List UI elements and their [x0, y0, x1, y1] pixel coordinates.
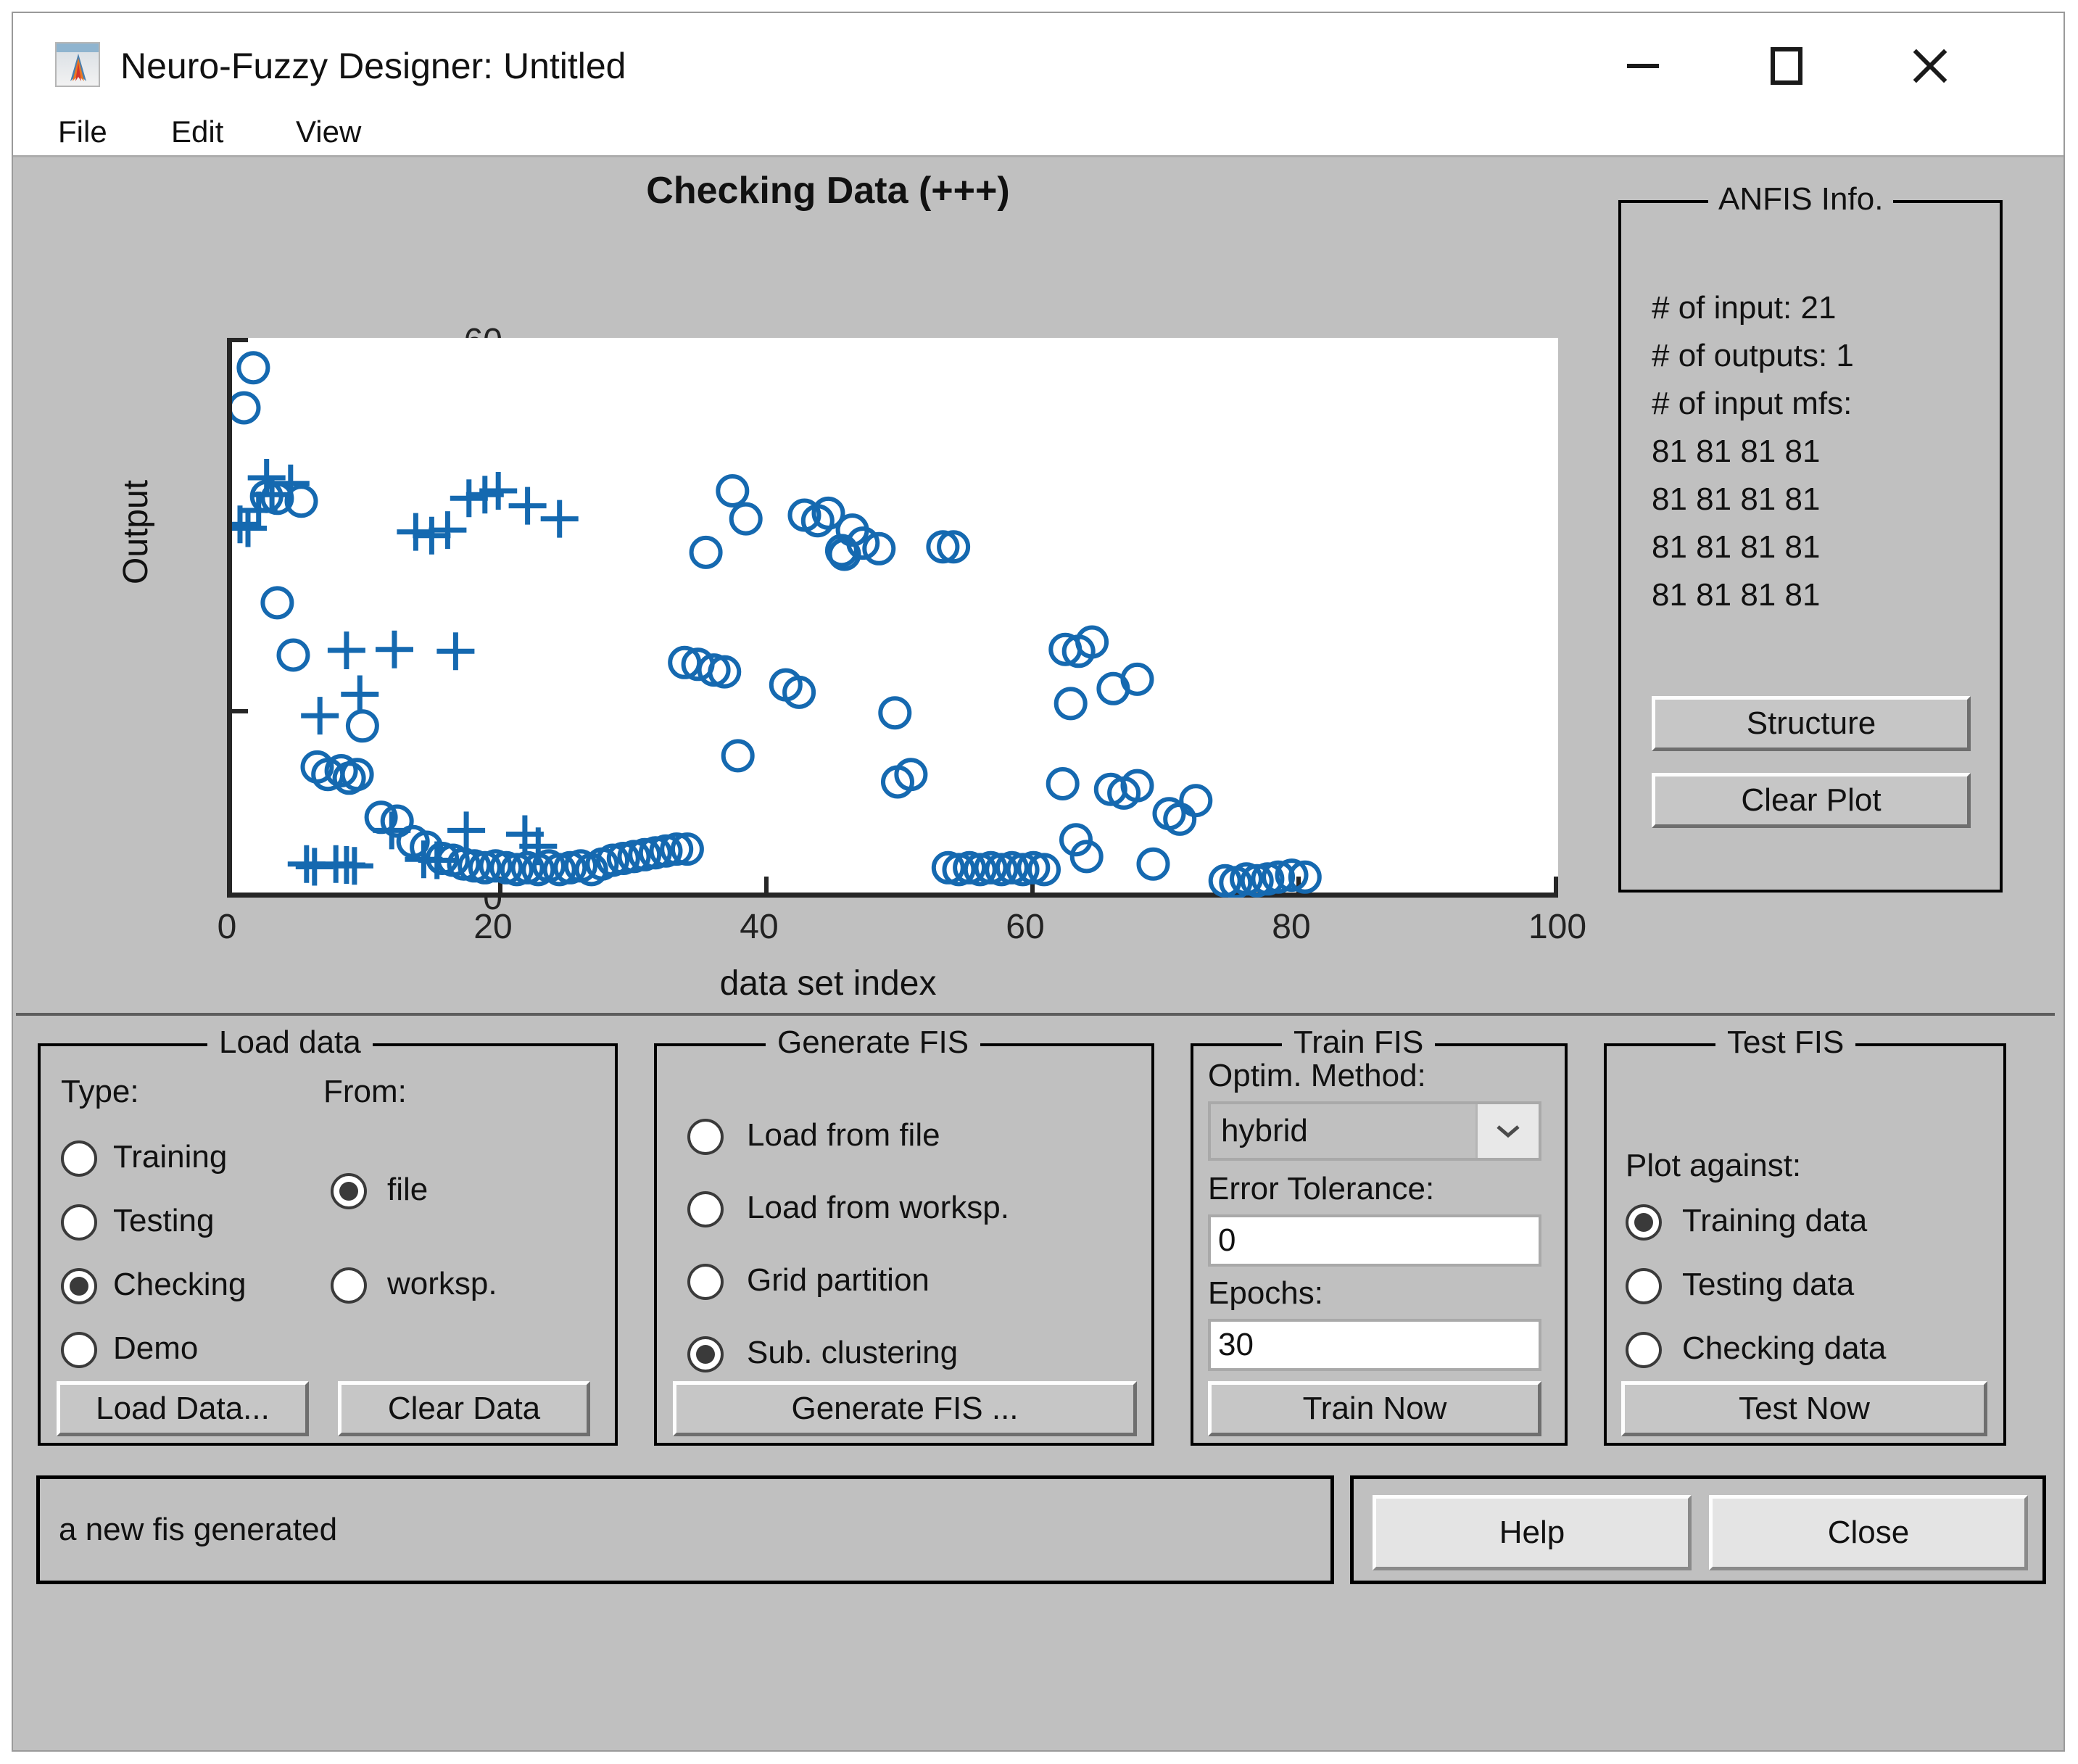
clear-data-button[interactable]: Clear Data — [338, 1381, 590, 1436]
radio-from-worksp-label: worksp. — [387, 1266, 497, 1301]
radio-grid-partition-label: Grid partition — [747, 1262, 930, 1298]
anfis-info-panel: ANFIS Info. # of input: 21 # of outputs:… — [1618, 181, 2003, 893]
plot-against-label: Plot against: — [1626, 1148, 1802, 1183]
radio-load-from-file[interactable] — [687, 1119, 724, 1155]
anfis-info-title: ANFIS Info. — [1708, 181, 1894, 218]
plot-region: Checking Data (+++) 60 40 20 0 Output — [16, 160, 2055, 1016]
radio-grid-partition[interactable] — [687, 1264, 724, 1300]
radio-plot-checking-data-label: Checking data — [1682, 1330, 1887, 1366]
menu-view[interactable]: View — [296, 115, 361, 149]
test-fis-title: Test FIS — [1715, 1024, 1856, 1061]
status-bar: a new fis generated — [36, 1475, 1334, 1584]
epochs-input[interactable]: 30 — [1208, 1319, 1541, 1371]
anfis-line-3: 81 81 81 81 — [1652, 434, 1821, 469]
error-tolerance-input[interactable]: 0 — [1208, 1214, 1541, 1267]
train-fis-panel: Train FIS Optim. Method: hybrid Error To… — [1191, 1024, 1568, 1446]
main-body: Checking Data (+++) 60 40 20 0 Output — [13, 157, 2063, 1750]
generate-fis-panel: Generate FIS Load from file Load from wo… — [654, 1024, 1154, 1446]
radio-load-from-file-label: Load from file — [747, 1117, 940, 1153]
radio-plot-testing-data[interactable] — [1626, 1268, 1662, 1304]
status-message: a new fis generated — [59, 1512, 338, 1547]
x-tick-20: 20 — [473, 908, 513, 946]
test-now-button[interactable]: Test Now — [1621, 1381, 1987, 1436]
radio-type-checking[interactable] — [61, 1268, 97, 1304]
x-tick-0: 0 — [217, 908, 237, 946]
neuro-fuzzy-designer-window: Neuro-Fuzzy Designer: Untitled File Edit… — [12, 12, 2065, 1752]
maximize-button[interactable] — [1752, 35, 1821, 97]
menu-edit[interactable]: Edit — [171, 115, 223, 149]
minimize-icon — [1627, 64, 1659, 68]
load-data-panel: Load data Type: From: Training Testing C… — [38, 1024, 618, 1446]
test-fis-panel: Test FIS Plot against: Training data Tes… — [1604, 1024, 2006, 1446]
optim-method-value: hybrid — [1221, 1113, 1308, 1148]
structure-button[interactable]: Structure — [1652, 696, 1971, 751]
type-label: Type: — [61, 1074, 139, 1109]
y-axis-label: Output — [117, 479, 155, 584]
anfis-line-1: # of outputs: 1 — [1652, 338, 1854, 373]
epochs-label: Epochs: — [1208, 1275, 1323, 1311]
radio-load-from-worksp-label: Load from worksp. — [747, 1190, 1009, 1225]
anfis-line-0: # of input: 21 — [1652, 290, 1837, 326]
scatter-plot-axes[interactable]: Output — [117, 338, 1558, 898]
radio-plot-checking-data[interactable] — [1626, 1332, 1662, 1368]
control-panels-row: Load data Type: From: Training Testing C… — [16, 1022, 2055, 1464]
x-tick-100: 100 — [1528, 908, 1587, 946]
title-bar: Neuro-Fuzzy Designer: Untitled — [13, 13, 2063, 109]
anfis-line-6: 81 81 81 81 — [1652, 577, 1821, 613]
load-data-button[interactable]: Load Data... — [57, 1381, 309, 1436]
train-now-button[interactable]: Train Now — [1208, 1381, 1541, 1436]
radio-type-testing-label: Testing — [113, 1203, 215, 1238]
radio-from-file[interactable] — [331, 1173, 367, 1209]
footer-buttons-box: Help Close — [1350, 1475, 2046, 1584]
matlab-icon — [55, 42, 100, 87]
plot-title: Checking Data (+++) — [646, 170, 1010, 212]
x-axis-label: data set index — [719, 964, 937, 1003]
load-data-title: Load data — [207, 1024, 373, 1061]
anfis-line-5: 81 81 81 81 — [1652, 529, 1821, 565]
chevron-down-icon — [1475, 1104, 1539, 1158]
x-tick-40: 40 — [740, 908, 779, 946]
radio-type-checking-label: Checking — [113, 1267, 247, 1302]
from-label: From: — [323, 1074, 407, 1109]
generate-fis-button[interactable]: Generate FIS ... — [673, 1381, 1137, 1436]
menu-file[interactable]: File — [58, 115, 107, 149]
window-title: Neuro-Fuzzy Designer: Untitled — [120, 46, 626, 86]
anfis-line-2: # of input mfs: — [1652, 386, 1853, 421]
radio-from-worksp[interactable] — [331, 1267, 367, 1304]
close-icon — [1911, 47, 1949, 85]
generate-fis-title: Generate FIS — [766, 1024, 981, 1061]
x-tick-80: 80 — [1272, 908, 1311, 946]
close-button[interactable]: Close — [1709, 1495, 2028, 1570]
radio-plot-training-data[interactable] — [1626, 1204, 1662, 1241]
minimize-button[interactable] — [1608, 35, 1678, 97]
radio-type-training-label: Training — [113, 1139, 228, 1175]
radio-sub-clustering[interactable] — [687, 1336, 724, 1372]
train-fis-title: Train FIS — [1282, 1024, 1436, 1061]
radio-from-file-label: file — [387, 1172, 429, 1207]
optim-method-label: Optim. Method: — [1208, 1058, 1426, 1093]
radio-type-demo-label: Demo — [113, 1330, 199, 1366]
radio-sub-clustering-label: Sub. clustering — [747, 1335, 959, 1370]
radio-plot-testing-data-label: Testing data — [1682, 1267, 1855, 1302]
maximize-icon — [1771, 47, 1802, 85]
menu-bar: File Edit View — [13, 109, 2063, 157]
radio-type-demo[interactable] — [61, 1332, 97, 1368]
radio-type-training[interactable] — [61, 1140, 97, 1177]
scatter-markers — [232, 351, 1322, 898]
status-row: a new fis generated Help Close — [16, 1475, 2055, 1591]
clear-plot-button[interactable]: Clear Plot — [1652, 773, 1971, 828]
error-tolerance-label: Error Tolerance: — [1208, 1171, 1435, 1206]
anfis-line-4: 81 81 81 81 — [1652, 481, 1821, 517]
optim-method-select[interactable]: hybrid — [1208, 1101, 1541, 1161]
radio-type-testing[interactable] — [61, 1204, 97, 1241]
help-button[interactable]: Help — [1373, 1495, 1692, 1570]
x-tick-60: 60 — [1006, 908, 1045, 946]
radio-plot-training-data-label: Training data — [1682, 1203, 1868, 1238]
close-window-button[interactable] — [1895, 35, 1965, 97]
radio-load-from-worksp[interactable] — [687, 1191, 724, 1227]
